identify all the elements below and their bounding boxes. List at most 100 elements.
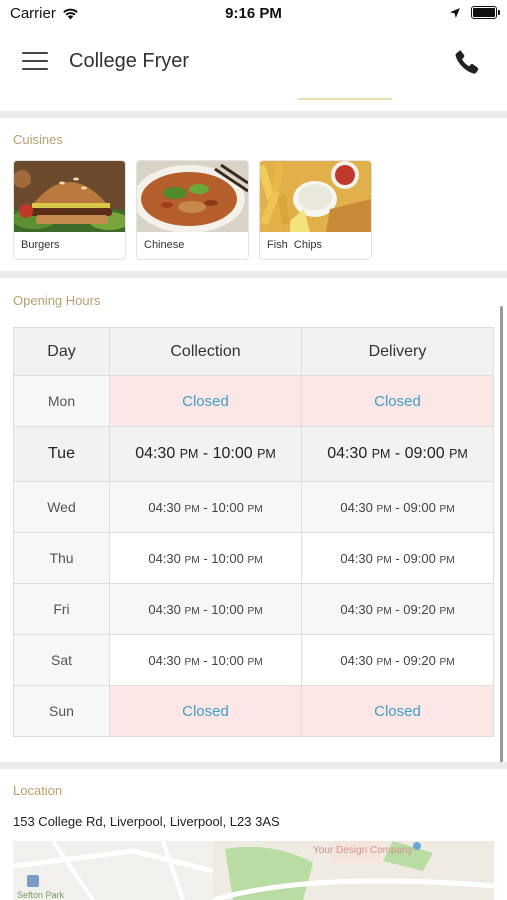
collection-hours-cell: 04:30 PM - 10:00 PM <box>109 481 302 533</box>
time-suffix: PM <box>257 447 276 461</box>
time-separator: - <box>199 550 212 566</box>
cuisines-title: Cuisines <box>13 132 63 147</box>
delivery-closed-cell: Closed <box>301 375 494 427</box>
time-suffix: PM <box>184 656 200 668</box>
cuisine-label: Burgers <box>21 239 60 251</box>
delivery-closed-cell: Closed <box>301 685 494 737</box>
time-start: 04:30 <box>327 445 368 462</box>
delivery-hours-cell: 04:30 PM - 09:20 PM <box>301 634 494 686</box>
tab-indicator <box>298 98 392 100</box>
cuisine-card-fish-chips[interactable]: Fish Chips <box>259 160 372 260</box>
scrollbar[interactable] <box>500 306 503 769</box>
time-separator: - <box>391 652 404 668</box>
table-row: Tue 04:30 PM - 10:00 PM 04:30 PM - 09:00 P… <box>13 426 494 482</box>
table-row: Fri 04:30 PM - 10:00 PM 04:30 PM - 09:20 P… <box>13 583 494 635</box>
time-suffix: PM <box>184 605 200 617</box>
collection-column-header: Collection <box>109 327 302 376</box>
day-cell: Wed <box>13 481 110 533</box>
time-separator: - <box>391 499 404 515</box>
time-start: 04:30 <box>340 550 373 566</box>
cuisine-card-chinese[interactable]: Chinese <box>136 160 249 260</box>
day-cell: Sun <box>13 685 110 737</box>
location-map[interactable]: Your Design Company Sefton Park <box>13 841 494 900</box>
time-start: 04:30 <box>340 601 373 617</box>
time-separator: - <box>199 499 212 515</box>
clock: 9:16 PM <box>225 5 282 22</box>
time-separator: - <box>391 550 404 566</box>
time-separator: - <box>199 652 212 668</box>
map-graphic: Your Design Company Sefton Park <box>13 841 494 900</box>
section-divider <box>0 111 507 118</box>
time-end: 09:00 <box>403 550 436 566</box>
day-cell: Sat <box>13 634 110 686</box>
fish-chips-image <box>260 161 371 232</box>
time-suffix: PM <box>376 605 392 617</box>
time-end: 10:00 <box>211 499 244 515</box>
time-suffix: PM <box>371 447 391 461</box>
time-suffix: PM <box>184 503 200 515</box>
day-column-header: Day <box>13 327 110 376</box>
table-row: Wed 04:30 PM - 10:00 PM 04:30 PM - 09:00 P… <box>13 481 494 533</box>
time-start: 04:30 <box>148 652 181 668</box>
time-end: 09:20 <box>403 601 436 617</box>
time-end: 09:00 <box>404 445 445 462</box>
day-cell: Mon <box>13 375 110 427</box>
time-start: 04:30 <box>148 550 181 566</box>
time-suffix: PM <box>376 554 392 566</box>
app-header: College Fryer <box>0 28 507 96</box>
table-row: Mon Closed Closed <box>13 375 494 427</box>
status-icons <box>449 6 500 19</box>
time-suffix: PM <box>247 605 263 617</box>
day-cell: Thu <box>13 532 110 584</box>
burger-image <box>14 161 125 232</box>
collection-hours-cell: 04:30 PM - 10:00 PM <box>109 532 302 584</box>
time-end: 10:00 <box>211 550 244 566</box>
time-suffix: PM <box>247 503 263 515</box>
time-start: 04:30 <box>340 652 373 668</box>
time-suffix: PM <box>439 656 455 668</box>
location-arrow-icon <box>450 7 460 18</box>
status-bar: Carrier 9:16 PM <box>0 0 507 28</box>
opening-hours-body: Mon Closed Closed Tue 04:30 PM - 10:00 PM 04:… <box>13 375 494 737</box>
section-divider <box>0 271 507 278</box>
page-title: College Fryer <box>69 50 190 72</box>
time-suffix: PM <box>376 656 392 668</box>
time-suffix: PM <box>449 447 468 461</box>
time-separator: - <box>198 445 213 462</box>
cuisine-label: Fish Chips <box>267 239 323 251</box>
table-header-row: Day Collection Delivery <box>13 327 494 376</box>
delivery-hours-cell: 04:30 PM - 09:00 PM <box>301 532 494 584</box>
delivery-column-header: Delivery <box>301 327 494 376</box>
time-start: 04:30 <box>340 499 373 515</box>
day-cell: Tue <box>13 426 110 482</box>
collection-hours-cell: 04:30 PM - 10:00 PM <box>109 583 302 635</box>
delivery-hours-cell: 04:30 PM - 09:00 PM <box>301 481 494 533</box>
chinese-food-image <box>137 161 248 232</box>
phone-icon[interactable] <box>453 48 481 76</box>
menu-icon[interactable] <box>22 52 48 72</box>
time-suffix: PM <box>439 554 455 566</box>
time-separator: - <box>390 445 405 462</box>
time-start: 04:30 <box>148 601 181 617</box>
time-suffix: PM <box>439 605 455 617</box>
table-row: Sun Closed Closed <box>13 685 494 737</box>
opening-hours-title: Opening Hours <box>13 293 101 308</box>
collection-closed-cell: Closed <box>109 375 302 427</box>
map-area-label: Sefton Park <box>17 890 65 900</box>
table-row: Thu 04:30 PM - 10:00 PM 04:30 PM - 09:00 P… <box>13 532 494 584</box>
location-title: Location <box>13 783 63 798</box>
time-suffix: PM <box>439 503 455 515</box>
time-suffix: PM <box>247 554 263 566</box>
cuisine-card-burgers[interactable]: Burgers <box>13 160 126 260</box>
day-cell: Fri <box>13 583 110 635</box>
time-end: 09:20 <box>403 652 436 668</box>
time-suffix: PM <box>247 656 263 668</box>
map-place-label: Your Design Company <box>313 845 413 856</box>
battery-icon <box>471 6 500 19</box>
table-row: Sat 04:30 PM - 10:00 PM 04:30 PM - 09:20 P… <box>13 634 494 686</box>
time-suffix: PM <box>376 503 392 515</box>
time-start: 04:30 <box>135 445 176 462</box>
address-text: 153 College Rd, Liverpool, Liverpool, L2… <box>13 814 280 829</box>
opening-hours-table: Day Collection Delivery Mon Closed Closed T… <box>13 327 494 737</box>
collection-hours-cell: 04:30 PM - 10:00 PM <box>109 634 302 686</box>
